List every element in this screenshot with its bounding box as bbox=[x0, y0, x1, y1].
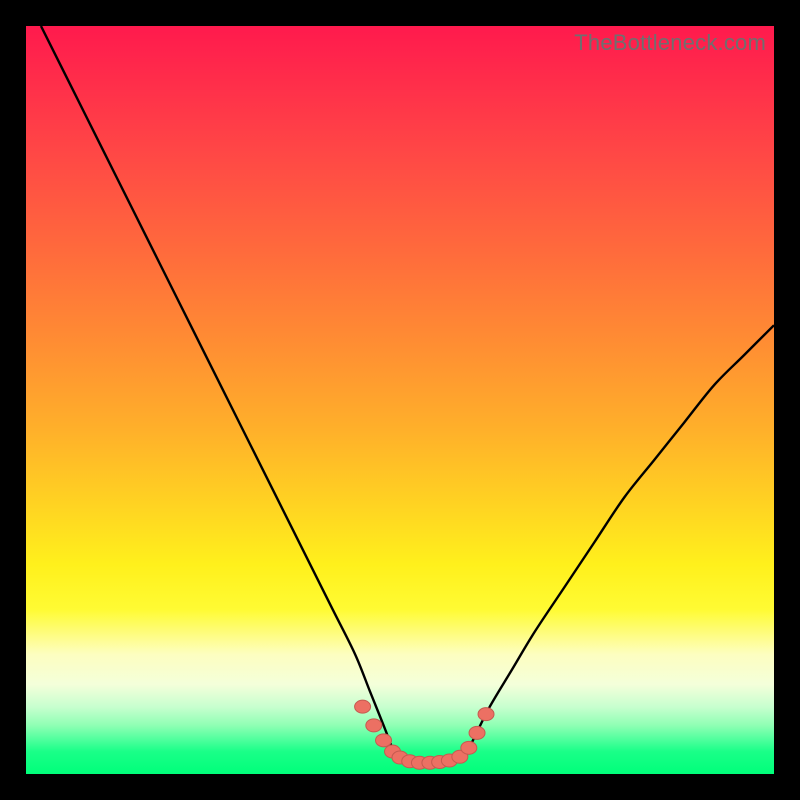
marker-group bbox=[355, 700, 494, 769]
curve-marker bbox=[469, 726, 485, 739]
curve-marker bbox=[432, 756, 448, 769]
curve-marker bbox=[461, 741, 477, 754]
curve-marker bbox=[411, 756, 427, 769]
right-curve-path bbox=[464, 325, 774, 759]
curve-marker bbox=[355, 700, 371, 713]
plot-area: TheBottleneck.com bbox=[26, 26, 774, 774]
curve-marker bbox=[422, 756, 438, 769]
curve-layer bbox=[26, 26, 774, 774]
flat-bottom-path bbox=[396, 759, 463, 764]
curve-marker bbox=[385, 745, 401, 758]
left-curve-path bbox=[41, 26, 396, 759]
curve-marker bbox=[366, 719, 382, 732]
watermark-text: TheBottleneck.com bbox=[574, 30, 766, 56]
curve-marker bbox=[441, 754, 457, 767]
curve-marker bbox=[478, 708, 494, 721]
curve-marker bbox=[402, 755, 418, 768]
curve-marker bbox=[452, 750, 468, 763]
curve-marker bbox=[376, 734, 392, 747]
curve-marker bbox=[392, 751, 408, 764]
outer-frame: TheBottleneck.com bbox=[0, 0, 800, 800]
